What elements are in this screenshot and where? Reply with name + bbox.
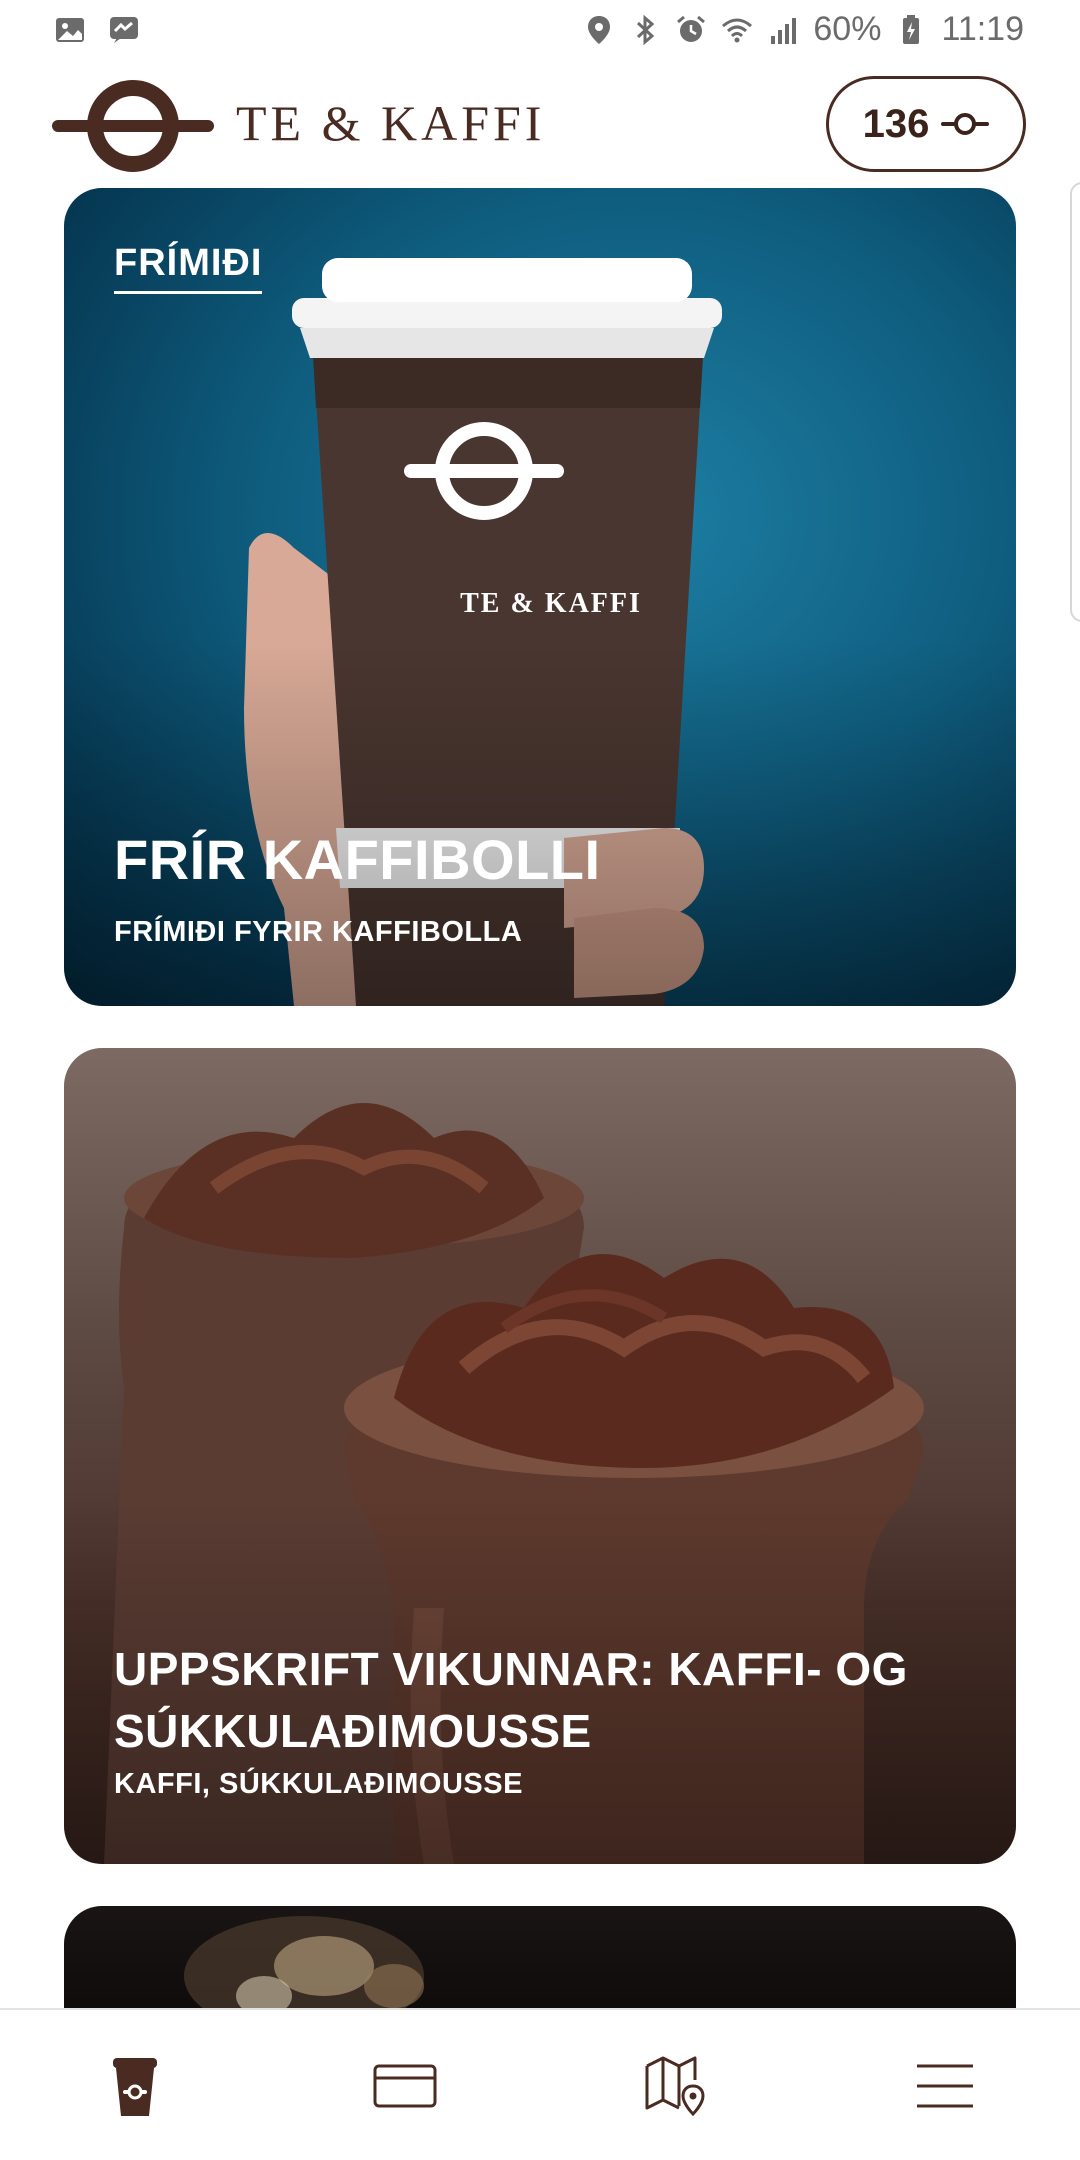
bean-ring-icon bbox=[941, 113, 990, 135]
status-bar: 60% 11:19 bbox=[0, 0, 1080, 64]
card-shade bbox=[64, 637, 1016, 1006]
messenger-icon bbox=[110, 17, 138, 43]
gallery-icon bbox=[56, 18, 84, 42]
app-header: TE & KAFFI 136 bbox=[0, 64, 1080, 186]
free-coffee-card[interactable]: TE & KAFFI FRÍMIÐI FRÍR KAFFIBOLLI FRÍMI… bbox=[64, 188, 1016, 1006]
nav-item-map[interactable] bbox=[540, 2010, 810, 2160]
location-icon bbox=[588, 15, 611, 44]
brand-name: TE & KAFFI bbox=[236, 95, 546, 151]
bluetooth-icon bbox=[637, 14, 655, 45]
cup-icon bbox=[113, 2058, 157, 2116]
map-icon bbox=[645, 2056, 705, 2117]
nav-item-menu[interactable] bbox=[810, 2010, 1080, 2160]
recipe-card[interactable]: UPPSKRIFT VIKUNNAR: KAFFI- OG SÚKKULAÐIM… bbox=[64, 1048, 1016, 1864]
signal-icon bbox=[771, 17, 797, 44]
status-bar-left bbox=[54, 14, 140, 46]
nav-item-card[interactable] bbox=[270, 2010, 540, 2160]
battery-percent: 60% bbox=[813, 10, 882, 48]
cup-print-text: TE & KAFFI bbox=[460, 588, 642, 619]
wifi-icon bbox=[722, 18, 753, 42]
te-kaffi-logo[interactable] bbox=[52, 76, 214, 176]
points-button[interactable]: 136 bbox=[826, 76, 1026, 172]
battery-charging-icon bbox=[903, 14, 920, 44]
card-tag: FRÍMIÐI bbox=[114, 242, 263, 294]
nav-item-home[interactable] bbox=[0, 2010, 270, 2160]
clock: 11:19 bbox=[941, 10, 1024, 48]
status-bar-right: 60% 11:19 bbox=[583, 10, 1024, 49]
side-panel-handle[interactable] bbox=[1070, 182, 1080, 622]
bottom-nav bbox=[0, 2008, 1080, 2160]
alarm-icon bbox=[677, 15, 706, 42]
card-icon bbox=[373, 2064, 437, 2108]
card-subtitle: FRÍMIÐI FYRIR KAFFIBOLLA bbox=[114, 916, 523, 948]
card-title: FRÍR KAFFIBOLLI bbox=[114, 828, 601, 891]
menu-icon bbox=[917, 2064, 973, 2108]
points-value: 136 bbox=[862, 101, 930, 146]
card-title: UPPSKRIFT VIKUNNAR: KAFFI- OG SÚKKULAÐIM… bbox=[114, 1643, 908, 1757]
card-subtitle: KAFFI, SÚKKULAÐIMOUSSE bbox=[114, 1768, 523, 1800]
